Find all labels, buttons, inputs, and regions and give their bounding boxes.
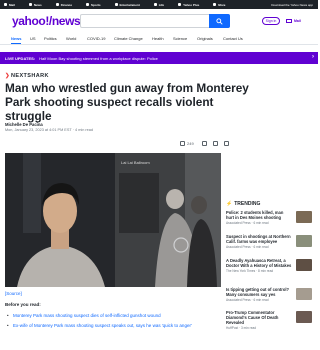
tab-contact-us[interactable]: Contact Us <box>223 33 243 44</box>
surveillance-photo <box>115 153 221 287</box>
tab-science[interactable]: Science <box>173 33 187 44</box>
article-dateline: Mon, January 23, 2023 at 4:01 PM EST · 4… <box>5 128 93 132</box>
entertainment-icon <box>114 3 118 6</box>
comment-count: 249 <box>187 140 194 146</box>
download-app-link[interactable]: Download the Yahoo News app <box>271 0 313 9</box>
image-overlay-text: Lai Lai Ballroom <box>121 160 150 165</box>
topnav-news[interactable]: News <box>28 3 42 7</box>
search-button[interactable] <box>209 14 230 28</box>
lightning-icon: ⚡ <box>226 201 233 207</box>
sports-icon <box>86 3 90 6</box>
trending-item[interactable]: Is tipping getting out of control? Many … <box>226 287 292 302</box>
topnav-mail[interactable]: Mail <box>4 3 15 7</box>
trending-thumbnail[interactable] <box>296 235 312 247</box>
trending-item[interactable]: Suspect in shootings at Northern Calif. … <box>226 234 292 249</box>
trending-heading: ⚡ TRENDING <box>226 201 261 207</box>
read-time: 4 min read <box>75 128 93 132</box>
search-input[interactable] <box>80 14 230 28</box>
topnav-sports[interactable]: Sports <box>86 3 101 7</box>
author-name[interactable]: Michelle De Pacina <box>5 122 43 127</box>
portrait-illustration <box>5 153 115 287</box>
tab-climate-change[interactable]: Climate Change <box>114 33 143 44</box>
publish-date: Mon, January 23, 2023 at 4:01 PM EST <box>5 128 72 132</box>
chevron-right-icon: › <box>312 54 314 60</box>
tab-covid-19[interactable]: COVID-19 <box>87 33 105 44</box>
trending-item[interactable]: A Deadly Ayahuasca Retreat, a Doctor Wit… <box>226 258 292 273</box>
related-link[interactable]: Ex-wife of Monterey Park mass shooting s… <box>5 323 221 329</box>
topnav-finance[interactable]: Finance <box>55 3 72 7</box>
topnav-entertainment[interactable]: Entertainment <box>114 3 140 7</box>
envelope-icon <box>286 19 292 23</box>
search-icon <box>216 17 223 25</box>
site-header: yahoo!/news Sign in Mail <box>0 9 318 33</box>
article-headline: Man who wrestled gun away from Monterey … <box>5 81 249 123</box>
trending-thumbnail[interactable] <box>296 259 312 271</box>
live-updates-banner[interactable]: LIVE UPDATES: Half Moon Bay shooting ste… <box>0 52 318 64</box>
top-navigation-bar: Mail News Finance Sports Entertainment L… <box>0 0 318 9</box>
news-icon <box>28 3 32 6</box>
facebook-icon[interactable] <box>201 140 207 146</box>
tab-us[interactable]: US <box>30 33 36 44</box>
yahoo-news-logo[interactable]: yahoo!/news <box>12 14 81 28</box>
topnav-yahoo-plus[interactable]: Yahoo Plus <box>178 3 199 7</box>
twitter-icon[interactable] <box>212 140 218 146</box>
finance-icon <box>55 3 59 6</box>
section-tabs: News US Politics World COVID-19 Climate … <box>0 33 318 45</box>
tab-world[interactable]: World <box>66 33 76 44</box>
life-icon <box>153 3 157 6</box>
trending-item[interactable]: Pro-Trump Commentator Diamond's Cause Of… <box>226 310 292 330</box>
live-updates-tag: LIVE UPDATES: <box>5 55 36 61</box>
topnav-life[interactable]: Life <box>153 3 164 7</box>
trending-thumbnail[interactable] <box>296 311 312 323</box>
surveillance-illustration <box>115 153 221 287</box>
portrait-photo <box>5 153 115 287</box>
mail-link[interactable]: Mail <box>286 17 301 25</box>
live-updates-text: Half Moon Bay shooting stemmed from a wo… <box>39 55 158 61</box>
more-icon <box>213 3 217 6</box>
trending-thumbnail[interactable] <box>296 288 312 300</box>
yahoo-plus-icon <box>178 3 182 6</box>
trending-item[interactable]: Police: 2 students killed, man hurt in D… <box>226 210 292 225</box>
before-you-read-heading: Before you read: <box>5 302 41 307</box>
nextshark-mark-icon: ❯ <box>5 73 11 79</box>
sign-in-button[interactable]: Sign in <box>262 17 280 25</box>
tab-originals[interactable]: Originals <box>197 33 213 44</box>
source-logo[interactable]: ❯NEXTSHARK <box>5 73 49 79</box>
topnav-more[interactable]: More <box>213 3 225 7</box>
tab-politics[interactable]: Politics <box>44 33 57 44</box>
tab-news[interactable]: News <box>11 33 22 44</box>
comment-icon[interactable] <box>180 140 185 146</box>
mail-icon <box>4 3 7 6</box>
tab-health[interactable]: Health <box>152 33 164 44</box>
trending-thumbnail[interactable] <box>296 211 312 223</box>
article-actions: 249 <box>180 140 235 146</box>
article-image: Lai Lai Ballroom <box>5 153 221 287</box>
related-link[interactable]: Monterey Park mass shooting suspect dies… <box>5 313 221 319</box>
email-share-icon[interactable] <box>223 140 229 146</box>
related-links-list: Monterey Park mass shooting suspect dies… <box>5 313 221 333</box>
source-link[interactable]: [Source] <box>5 291 22 296</box>
